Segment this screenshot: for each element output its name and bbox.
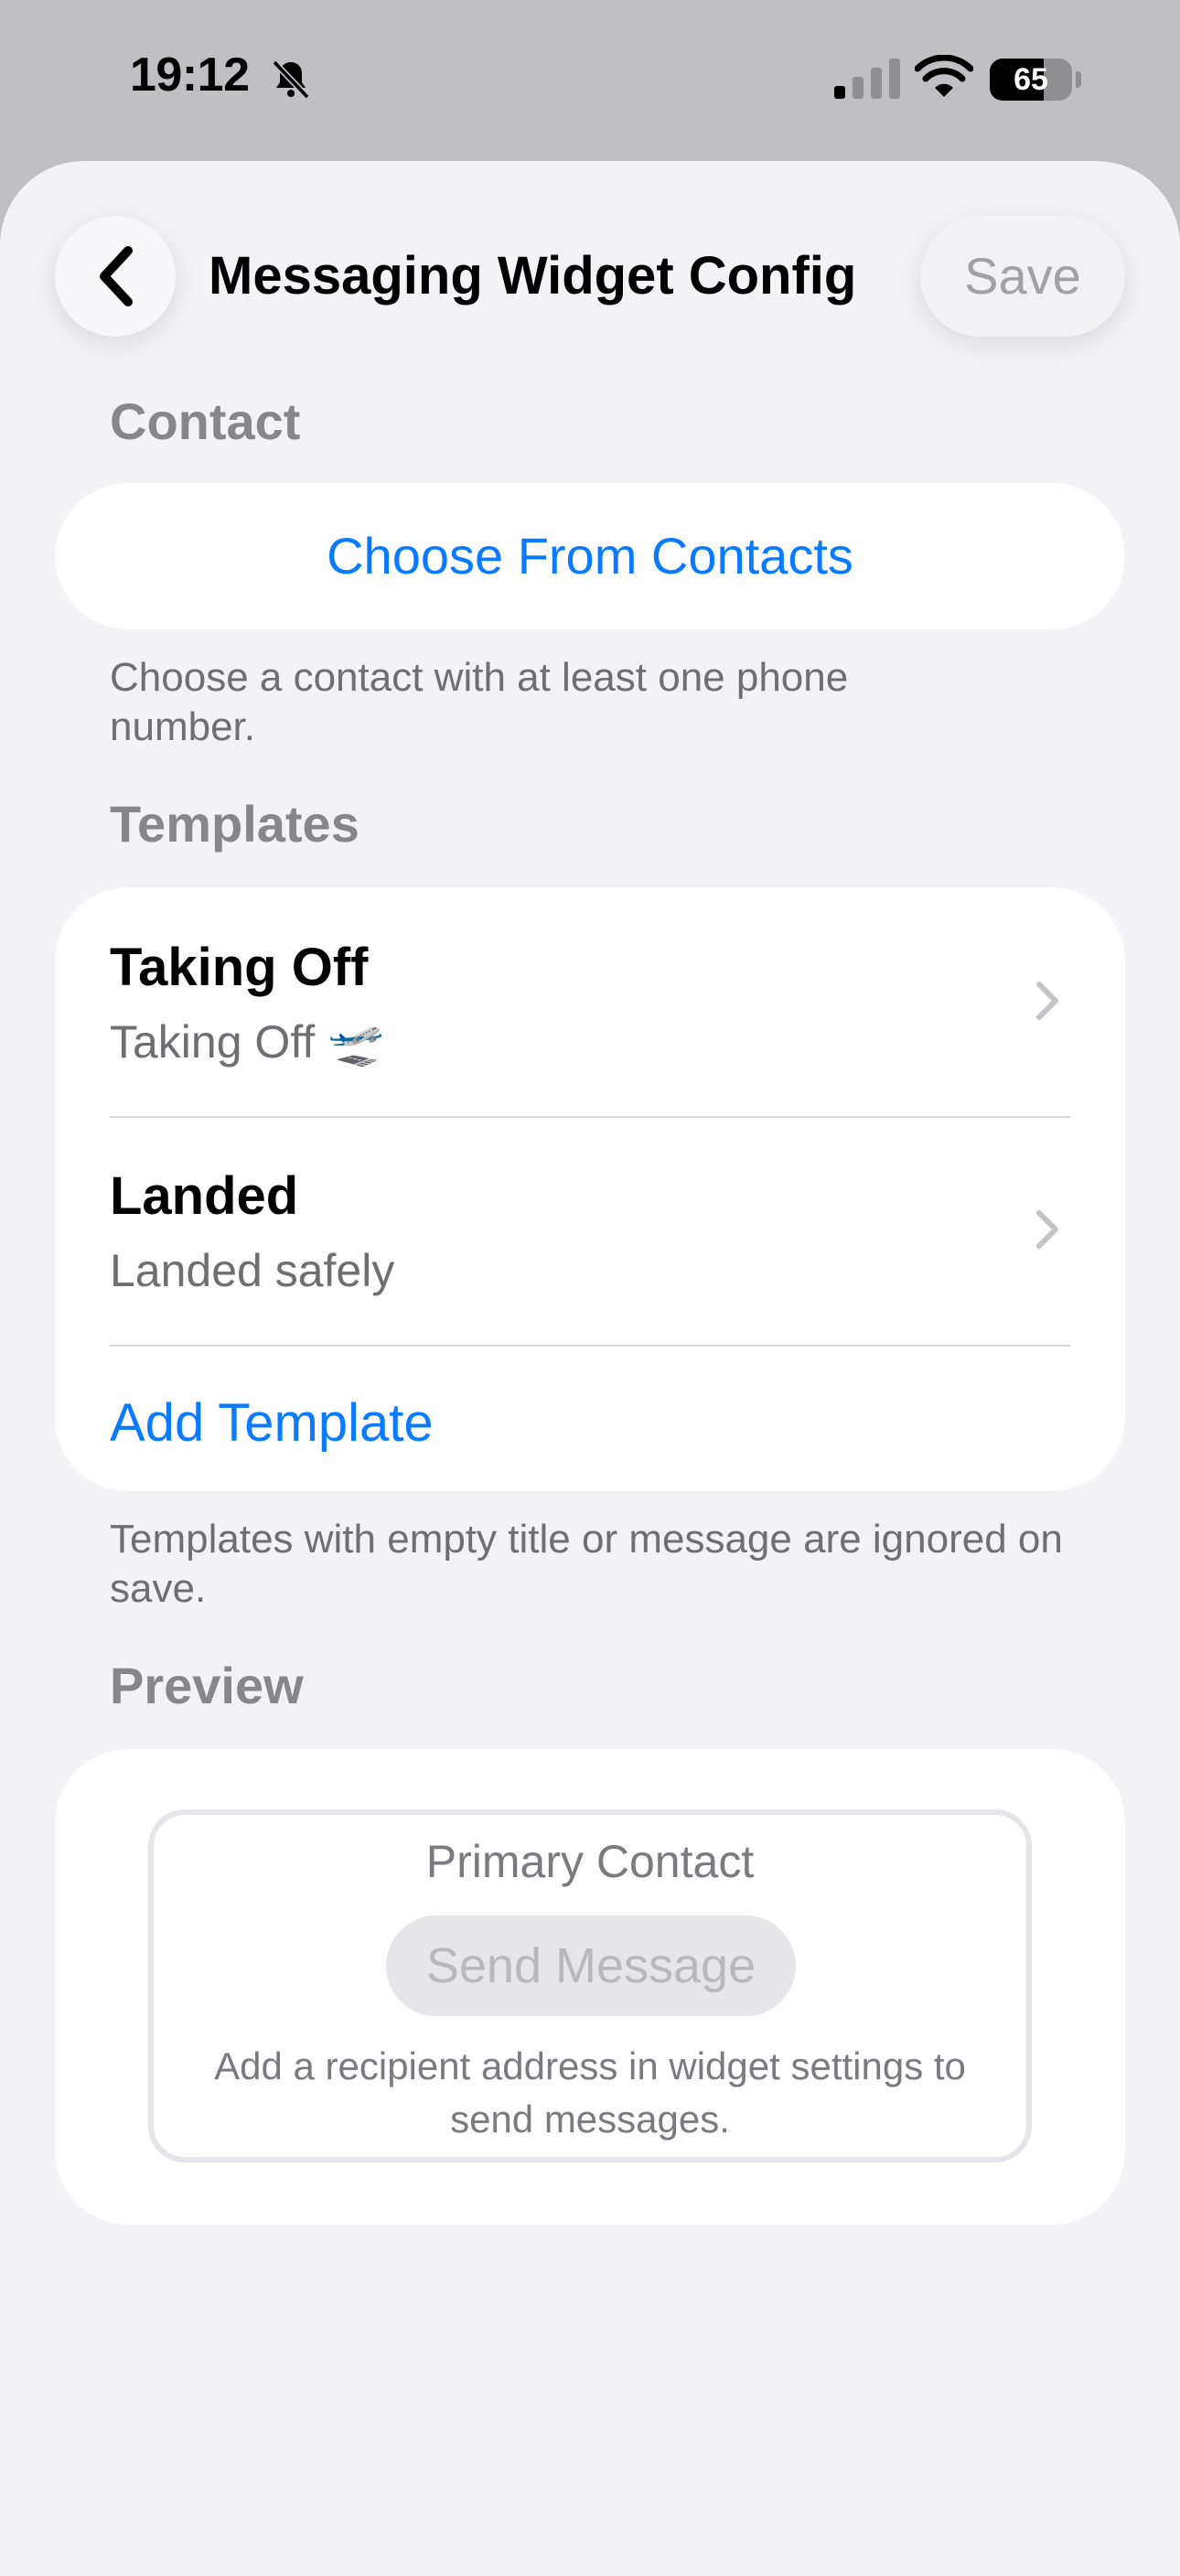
template-message: Landed safely — [110, 1245, 395, 1296]
bell-slash-icon — [272, 59, 310, 100]
battery-tip — [1076, 71, 1081, 88]
cellular-signal-icon — [834, 59, 900, 99]
template-row-landed[interactable]: Landed Landed safely — [55, 1116, 1125, 1345]
templates-list: Taking Off Taking Off 🛫 Landed Landed sa… — [55, 887, 1125, 1491]
back-button[interactable] — [55, 216, 176, 337]
battery-icon: 65 — [990, 59, 1072, 101]
wifi-icon — [915, 55, 973, 97]
choose-from-contacts-button[interactable]: Choose From Contacts — [55, 483, 1125, 629]
template-title: Taking Off — [110, 938, 369, 997]
primary-contact-label: Primary Contact — [425, 1836, 755, 1887]
template-title: Landed — [110, 1166, 299, 1226]
templates-footer: Templates with empty title or message ar… — [110, 1517, 1063, 1611]
config-sheet: Messaging Widget Config Save Contact Cho… — [0, 161, 1180, 2576]
battery-level: 65 — [1014, 62, 1048, 97]
preview-section-header: Preview — [110, 1657, 304, 1714]
add-template-button[interactable]: Add Template — [110, 1392, 434, 1454]
widget-note: Add a recipient address in widget settin… — [214, 2045, 966, 2141]
templates-section-header: Templates — [110, 795, 359, 853]
widget-preview: Primary Contact Send Message Add a recip… — [148, 1809, 1032, 2163]
send-message-button: Send Message — [386, 1916, 796, 2016]
template-row-taking-off[interactable]: Taking Off Taking Off 🛫 — [55, 887, 1125, 1116]
widget-preview-card: Primary Contact Send Message Add a recip… — [55, 1749, 1125, 2225]
divider — [110, 1345, 1070, 1347]
contact-footer: Choose a contact with at least one phone… — [110, 655, 849, 749]
chevron-right-icon — [1036, 1210, 1058, 1249]
chevron-right-icon — [1036, 982, 1058, 1020]
chevron-left-icon — [100, 246, 133, 306]
contact-section-header: Contact — [110, 392, 301, 450]
template-message: Taking Off 🛫 — [110, 1016, 385, 1068]
save-button[interactable]: Save — [920, 216, 1125, 337]
status-time: 19:12 — [130, 48, 250, 102]
page-title: Messaging Widget Config — [209, 246, 857, 306]
status-bar: 19:12 65 — [0, 0, 1180, 161]
